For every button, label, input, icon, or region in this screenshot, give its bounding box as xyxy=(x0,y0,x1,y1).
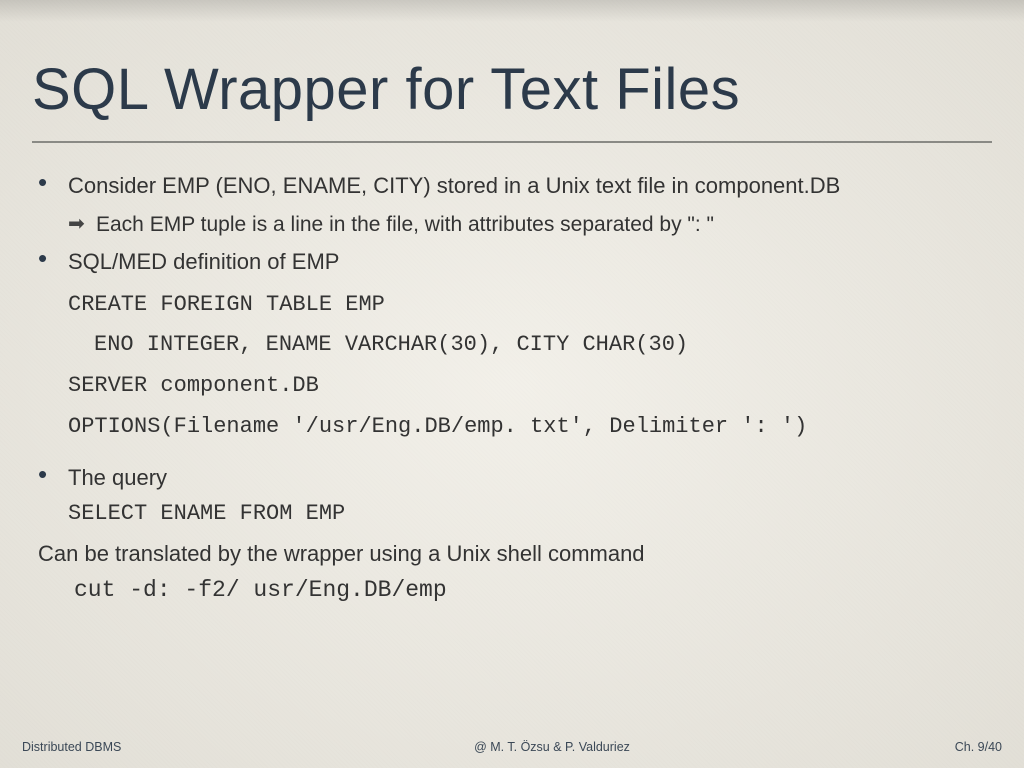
slide-title: SQL Wrapper for Text Files xyxy=(32,56,992,123)
footer-center: @ M. T. Özsu & P. Valduriez xyxy=(222,740,882,754)
footer-right: Ch. 9/40 xyxy=(882,740,1002,754)
bullet-1-sub-text: Each EMP tuple is a line in the file, wi… xyxy=(96,211,714,239)
bullet-2-text: SQL/MED definition of EMP xyxy=(68,247,992,277)
bullet-3: • The query xyxy=(38,463,992,493)
translation-text: Can be translated by the wrapper using a… xyxy=(38,539,992,569)
bullet-1-sub: ➡ Each EMP tuple is a line in the file, … xyxy=(68,211,992,239)
slide: SQL Wrapper for Text Files • Consider EM… xyxy=(0,0,1024,768)
code-line: OPTIONS(Filename '/usr/Eng.DB/emp. txt',… xyxy=(68,407,992,448)
code-line: SERVER component.DB xyxy=(68,366,992,407)
bullet-1: • Consider EMP (ENO, ENAME, CITY) stored… xyxy=(38,171,992,201)
bullet-dot-icon: • xyxy=(38,247,68,269)
bullet-1-text: Consider EMP (ENO, ENAME, CITY) stored i… xyxy=(68,171,992,201)
shell-command: cut -d: -f2/ usr/Eng.DB/emp xyxy=(74,575,992,606)
arrow-icon: ➡ xyxy=(68,211,96,238)
sql-definition: CREATE FOREIGN TABLE EMP ENO INTEGER, EN… xyxy=(68,285,992,448)
title-rule xyxy=(32,141,992,143)
code-line: CREATE FOREIGN TABLE EMP xyxy=(68,285,992,326)
code-line: ENO INTEGER, ENAME VARCHAR(30), CITY CHA… xyxy=(68,325,992,366)
sql-query: SELECT ENAME FROM EMP xyxy=(68,499,992,529)
bullet-3-text: The query xyxy=(68,463,992,493)
bullet-2: • SQL/MED definition of EMP xyxy=(38,247,992,277)
slide-content: • Consider EMP (ENO, ENAME, CITY) stored… xyxy=(32,171,992,606)
footer: Distributed DBMS @ M. T. Özsu & P. Valdu… xyxy=(0,740,1024,754)
footer-left: Distributed DBMS xyxy=(22,740,222,754)
bullet-dot-icon: • xyxy=(38,171,68,193)
bullet-dot-icon: • xyxy=(38,463,68,485)
